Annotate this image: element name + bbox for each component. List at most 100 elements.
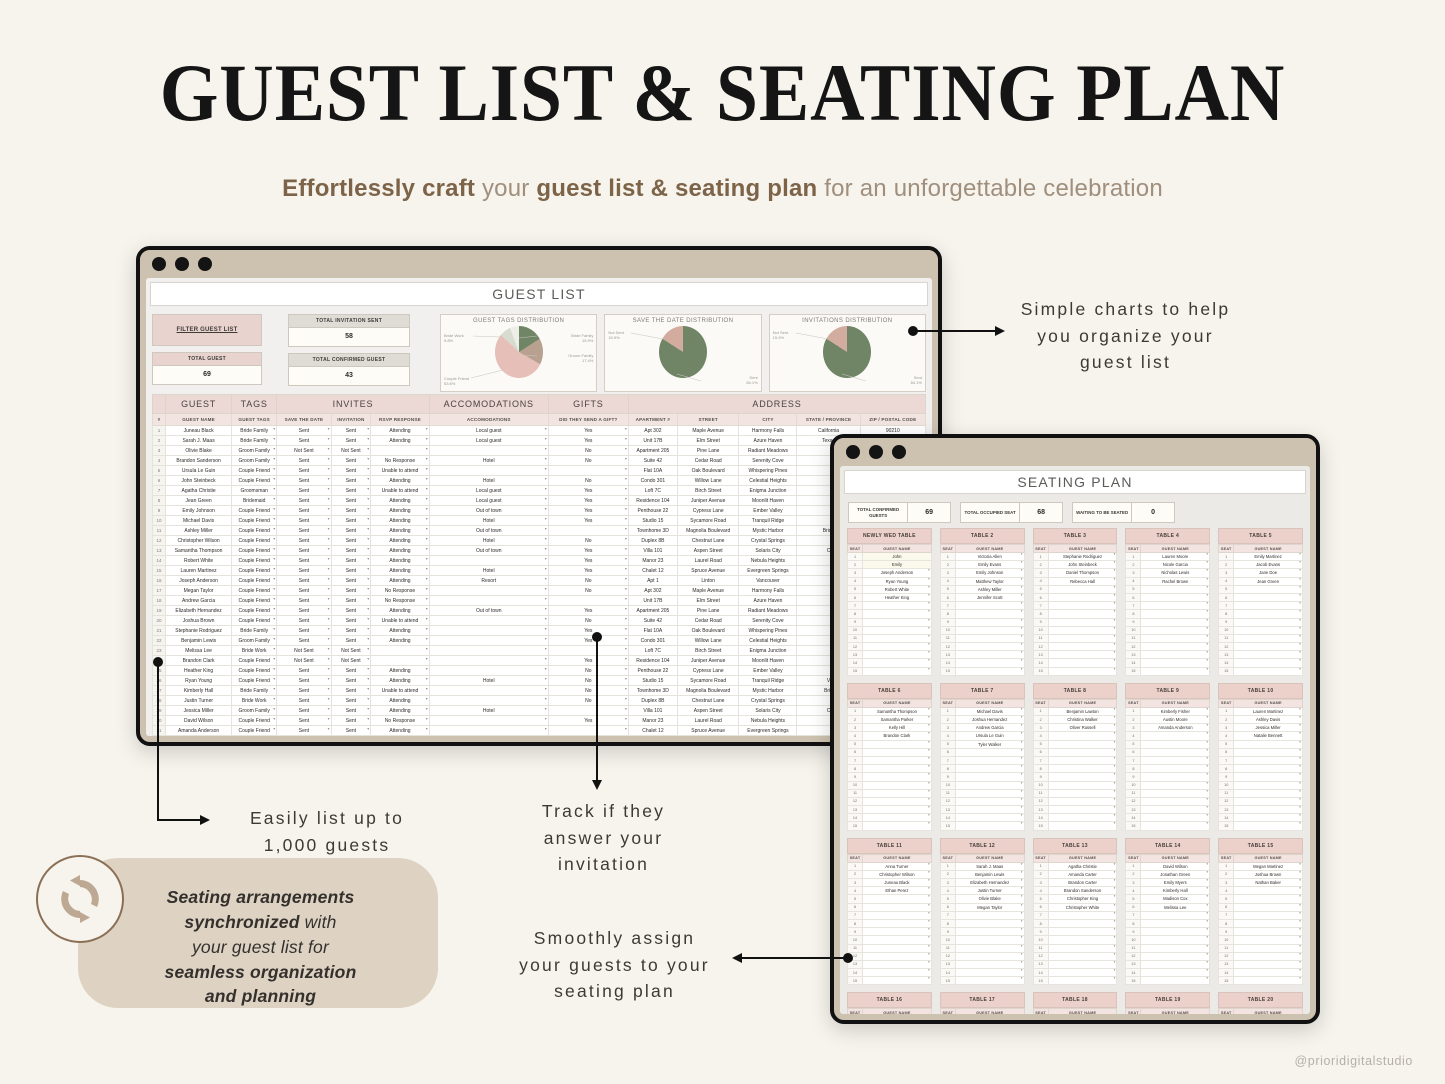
cell-save-the-date[interactable]: Sent — [276, 455, 332, 466]
cell-rsvp-response[interactable] — [370, 645, 430, 656]
minimize-icon[interactable] — [869, 445, 883, 459]
seat-row[interactable]: 12 — [1218, 642, 1303, 652]
seat-guest-name[interactable]: David Wilson — [1140, 861, 1211, 871]
seat-guest-name[interactable] — [1140, 927, 1211, 937]
seat-row[interactable]: 8 — [846, 918, 932, 929]
cell-accomodations[interactable]: Hotel — [428, 535, 549, 546]
seat-row[interactable]: 1 Megan Martinez — [1218, 861, 1303, 871]
seat-row[interactable]: 10 — [1218, 935, 1303, 945]
cell-rsvp-response[interactable]: Attending — [370, 535, 430, 546]
seat-guest-name[interactable]: Emily Martinez — [1233, 551, 1303, 562]
table-row[interactable]: 22Benjamin LewisGroom FamilySentSentAtte… — [152, 635, 927, 646]
cell-invitation[interactable]: Sent — [330, 625, 372, 636]
seat-row[interactable]: 4 Rachel Brown — [1125, 576, 1211, 586]
seat-row[interactable]: 12 — [1032, 796, 1118, 807]
cell-save-the-date[interactable]: Sent — [276, 425, 332, 436]
cell-rsvp-response[interactable]: Unable to attend — [370, 685, 430, 696]
seat-guest-name[interactable] — [1140, 780, 1211, 790]
seat-row[interactable]: 10 — [846, 780, 932, 790]
seat-row[interactable]: 12 — [1218, 796, 1303, 807]
cell-guest-tags[interactable]: Couple Friend — [231, 605, 278, 616]
seat-row[interactable]: 4 Ryan Young — [846, 576, 932, 586]
seat-row[interactable]: 7 — [846, 601, 932, 611]
table-row[interactable]: 4Brandon SandersonGroom FamilySentSentNo… — [152, 455, 927, 466]
table-row[interactable]: 20Joshua BrownCouple FriendSentSentUnabl… — [152, 615, 927, 626]
seat-guest-name[interactable] — [954, 666, 1025, 676]
seat-row[interactable]: 15 — [1218, 821, 1303, 831]
seat-row[interactable]: 1 John — [846, 551, 932, 562]
cell-accomodations[interactable] — [428, 715, 549, 726]
seat-guest-name[interactable] — [1233, 959, 1303, 970]
seat-guest-name[interactable]: Madison Cox — [1140, 894, 1211, 904]
cell-accomodations[interactable] — [428, 725, 549, 736]
table-row[interactable]: 31Amanda AndersonCouple FriendSentSentAt… — [152, 725, 927, 736]
seat-guest-name[interactable] — [862, 935, 932, 945]
seat-guest-name[interactable]: Heather King — [862, 592, 932, 603]
seat-row[interactable]: 12 — [1125, 951, 1211, 961]
seat-guest-name[interactable]: Emily Johnson — [954, 568, 1025, 578]
table-row[interactable]: 16Joseph AndersonCouple FriendSentSentAt… — [152, 575, 927, 586]
table-row[interactable]: 3Olivie BlakeGroom FamilyNot SentNot Sen… — [152, 445, 927, 456]
table-row[interactable]: 27Kimberly HallBride FamilySentSentUnabl… — [152, 685, 927, 696]
seat-guest-name[interactable]: Jean Green — [1233, 576, 1303, 586]
cell-guest-tags[interactable]: Couple Friend — [231, 475, 278, 486]
cell-rsvp-response[interactable]: Attending — [370, 605, 430, 616]
cell-save-the-date[interactable]: Sent — [276, 725, 332, 736]
cell-rsvp-response[interactable]: Attending — [370, 625, 430, 636]
seat-guest-name[interactable] — [862, 764, 932, 774]
table-row[interactable]: 17Megan TaylorCouple FriendSentSentNo Re… — [152, 585, 927, 596]
seat-guest-name[interactable]: Rebecca Hall — [1047, 576, 1118, 586]
cell-rsvp-response[interactable]: Attending — [370, 525, 430, 536]
seat-guest-name[interactable]: Amanda Carter — [1047, 869, 1118, 880]
cell-invitation[interactable]: Sent — [330, 705, 372, 716]
seat-guest-name[interactable] — [862, 959, 932, 970]
seat-row[interactable]: 14 — [1218, 968, 1303, 978]
seat-guest-name[interactable]: Oliver Russell — [1047, 723, 1118, 733]
close-icon[interactable] — [846, 445, 860, 459]
seat-guest-name[interactable] — [954, 821, 1025, 831]
seat-row[interactable]: 14 — [1218, 658, 1303, 668]
table-row[interactable]: 18Andrew GarciaCouple FriendSentSentNo R… — [152, 595, 927, 606]
cell-guest-tags[interactable]: Groom Family — [231, 635, 278, 646]
cell-did-they-send-a-gift[interactable]: No — [547, 695, 629, 706]
seat-row[interactable]: 11 — [1032, 943, 1118, 953]
seat-row[interactable]: 1 Lauren Martinez — [1218, 706, 1303, 717]
seat-guest-name[interactable] — [954, 918, 1025, 929]
seat-guest-name[interactable] — [1140, 601, 1211, 611]
seat-guest-name[interactable] — [1140, 813, 1211, 823]
seat-row[interactable]: 13 — [1218, 959, 1303, 970]
seat-guest-name[interactable] — [1140, 764, 1211, 774]
seat-guest-name[interactable]: Natalie Bennett — [1233, 731, 1303, 741]
cell-guest-tags[interactable]: Couple Friend — [231, 515, 278, 526]
seat-row[interactable]: 14 — [1032, 813, 1118, 823]
cell-save-the-date[interactable]: Sent — [276, 475, 332, 486]
table-row[interactable]: 6John SteinbeckCouple FriendSentSentAtte… — [152, 475, 927, 486]
seat-row[interactable]: 1 Victoria Allen — [939, 551, 1025, 562]
seat-row[interactable]: 8 — [939, 764, 1025, 774]
cell-invitation[interactable]: Sent — [330, 575, 372, 586]
cell-rsvp-response[interactable]: Unable to attend — [370, 615, 430, 626]
cell-save-the-date[interactable]: Not Sent — [276, 645, 332, 656]
seat-guest-name[interactable] — [954, 943, 1025, 953]
cell-rsvp-response[interactable]: Attending — [370, 475, 430, 486]
seat-guest-name[interactable] — [862, 918, 932, 929]
seat-row[interactable]: 3 Daniel Thompson — [1032, 568, 1118, 578]
seat-guest-name[interactable] — [862, 625, 932, 635]
seat-guest-name[interactable] — [1047, 918, 1118, 929]
table-row[interactable]: 2Sarah J. MaasBride FamilySentSentAttend… — [152, 435, 927, 446]
seat-row[interactable]: 2 Emily Evans — [939, 560, 1025, 570]
seat-guest-name[interactable]: Tyler Walker — [954, 739, 1025, 749]
seat-guest-name[interactable] — [862, 642, 932, 652]
seat-guest-name[interactable] — [954, 650, 1025, 660]
seat-row[interactable]: 7 — [1125, 755, 1211, 766]
seat-row[interactable]: 11 — [1125, 633, 1211, 644]
seat-guest-name[interactable] — [1047, 796, 1118, 807]
seat-guest-name[interactable] — [1047, 910, 1118, 920]
cell-invitation[interactable]: Sent — [330, 505, 372, 516]
cell-rsvp-response[interactable]: Attending — [370, 725, 430, 736]
seat-row[interactable]: 11 — [1218, 788, 1303, 798]
seat-guest-name[interactable]: Megan Martinez — [1233, 861, 1303, 871]
cell-guest-tags[interactable]: Couple Friend — [231, 535, 278, 546]
cell-save-the-date[interactable]: Sent — [276, 635, 332, 646]
seat-row[interactable]: 6 — [1125, 747, 1211, 757]
